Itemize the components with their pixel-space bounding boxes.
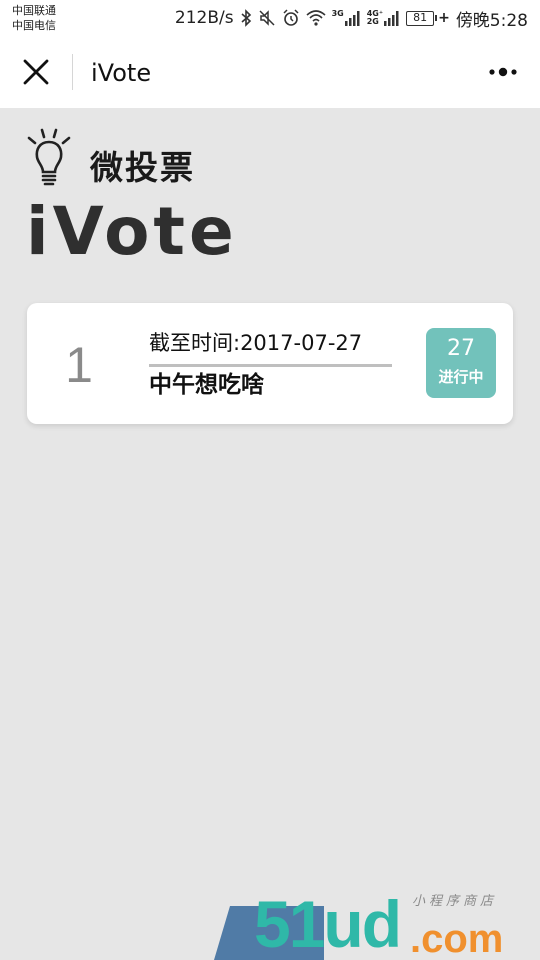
watermark-domain: .com [410,917,504,960]
net-speed: 212B/s [174,8,234,28]
signal-3g: 3G [332,10,361,26]
net-3g-label: 3G [331,9,344,18]
page-title: iVote [91,59,152,87]
signal-4g: 4G⁺ 2G [367,10,400,26]
signal-bars-icon [384,11,399,26]
signal-bars-icon [344,11,360,26]
clock: 傍晚5:28 [455,10,528,31]
alarm-icon [283,9,299,26]
more-icon [489,67,517,77]
vote-title: 中午想吃啥 [149,372,264,398]
lightbulb-icon [27,128,71,186]
watermark-main: 51ud [254,887,402,960]
charging-icon: + [438,10,450,26]
status-badge: 27 进行中 [426,328,496,398]
battery-icon: 81 + [406,10,450,26]
battery-level: 81 [406,10,435,26]
net-2g-label: 2G [366,17,379,26]
watermark-tagline: 小程序商店 [412,894,498,909]
carrier-2: 中国电信 [12,19,56,32]
header-title-en: iVote [26,193,238,270]
status-bar: 中国联通 中国电信 212B/s 3G 4G⁺ 2G 81 + 傍晚5:28 [0,0,540,40]
status-indicators: 212B/s 3G 4G⁺ 2G 81 + 傍晚5:28 [174,6,528,31]
more-button[interactable] [488,60,520,84]
vote-deadline: 截至时间:2017-07-27 [149,331,363,355]
carrier-info: 中国联通 中国电信 [12,3,56,33]
mute-icon [259,10,275,26]
nav-bar: iVote [0,40,540,108]
vote-index: 1 [65,337,93,393]
vote-card[interactable]: 1 截至时间:2017-07-27 中午想吃啥 27 进行中 [27,303,513,424]
badge-count: 27 [447,336,475,361]
nav-divider [72,54,73,90]
close-button[interactable] [20,56,52,88]
bluetooth-icon [241,9,251,27]
header-title-cn: 微投票 [90,148,195,187]
watermark-logo: 51ud 小程序商店 .com [214,888,540,960]
wifi-icon [306,10,326,26]
close-icon [23,59,49,85]
card-divider [149,364,392,367]
carrier-1: 中国联通 [12,4,56,17]
badge-status: 进行中 [438,368,484,386]
